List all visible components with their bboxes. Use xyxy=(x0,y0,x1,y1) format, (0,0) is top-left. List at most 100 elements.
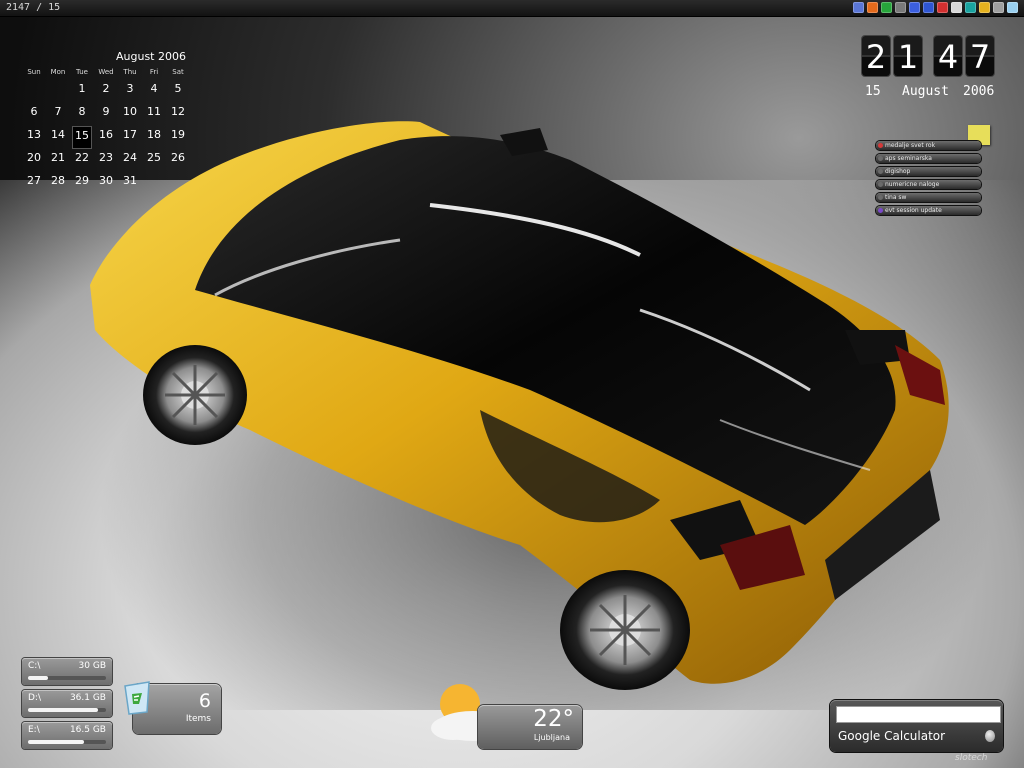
todo-status-dot xyxy=(878,195,883,200)
save-icon[interactable] xyxy=(853,2,864,13)
calendar-day[interactable]: 26 xyxy=(166,149,190,172)
calendar-day[interactable]: 30 xyxy=(94,172,118,195)
calendar-day[interactable]: 6 xyxy=(22,103,46,126)
calendar-weekday: Thu xyxy=(123,68,137,76)
todo-item[interactable]: evt session update xyxy=(876,206,981,215)
recycle-bin-label: Items xyxy=(185,714,211,724)
calendar-day[interactable]: 16 xyxy=(94,126,118,149)
calendar-day[interactable]: 3 xyxy=(118,80,142,103)
calendar-day[interactable]: 27 xyxy=(22,172,46,195)
watermark: slotech xyxy=(955,753,988,763)
recycle-bin-widget[interactable]: 6 Items xyxy=(117,672,227,742)
drive-usage-fill xyxy=(28,708,99,712)
weather-city: Ljubljana xyxy=(533,733,570,742)
todo-item[interactable]: digishop xyxy=(876,167,981,176)
calendar-day[interactable]: 28 xyxy=(46,172,70,195)
skype-icon[interactable] xyxy=(881,2,892,13)
calendar-empty-cell xyxy=(46,80,70,103)
chat-icon[interactable] xyxy=(951,2,962,13)
todo-status-dot xyxy=(878,156,883,161)
calendar-day[interactable]: 17 xyxy=(118,126,142,149)
todo-item-label: numericne naloge xyxy=(885,181,940,188)
calendar-day[interactable]: 10 xyxy=(118,103,142,126)
todo-item-label: evt session update xyxy=(885,207,942,214)
calendar-day[interactable]: 8 xyxy=(70,103,94,126)
drive-capacity: 36.1 GB xyxy=(69,693,106,703)
bluetooth-icon[interactable] xyxy=(909,2,920,13)
firefox-icon[interactable] xyxy=(867,2,878,13)
calendar-day[interactable]: 25 xyxy=(142,149,166,172)
drive-capacity: 16.5 GB xyxy=(69,725,106,735)
todo-item[interactable]: tina sw xyxy=(876,193,981,202)
drive-usage-bar xyxy=(28,676,106,680)
calendar-day[interactable]: 5 xyxy=(166,80,190,103)
calendar-day[interactable]: 1 xyxy=(70,80,94,103)
calendar-weekdays: Sun Mon Tue Wed Thu Fri Sat xyxy=(22,68,190,76)
weather-widget: 22° Ljubljana xyxy=(418,678,588,750)
google-calculator-input[interactable] xyxy=(836,706,1001,723)
google-calculator-options-button[interactable] xyxy=(985,730,995,742)
todo-item-label: tina sw xyxy=(885,194,907,201)
flip-clock-widget: 2 1 4 7 15 August 2006 xyxy=(862,36,1007,106)
google-calculator-title: Google Calculator xyxy=(838,729,946,743)
calendar-day[interactable]: 19 xyxy=(166,126,190,149)
drive-label: E:\ xyxy=(28,725,40,735)
calendar-day[interactable]: 2 xyxy=(94,80,118,103)
cube-icon[interactable] xyxy=(937,2,948,13)
calendar-days: 1 2 3 4 5 6 7 8 9 10 11 12 13 14 15 16 17 18 19 20 21 22 23 24 2… xyxy=(22,80,190,195)
calendar-day[interactable]: 14 xyxy=(46,126,70,149)
todo-status-dot xyxy=(878,182,883,187)
drive-usage-fill xyxy=(28,740,85,744)
drive-meter[interactable]: E:\ 16.5 GB xyxy=(22,722,112,749)
todo-item[interactable]: numericne naloge xyxy=(876,180,981,189)
weather-temperature: 22° xyxy=(533,706,574,732)
calendar-day[interactable]: 22 xyxy=(70,149,94,172)
drive-label: D:\ xyxy=(28,693,41,703)
network-icon[interactable] xyxy=(965,2,976,13)
calendar-day[interactable]: 21 xyxy=(46,149,70,172)
clock-digit: 1 xyxy=(894,36,922,76)
calendar-day[interactable]: 9 xyxy=(94,103,118,126)
calendar-weekday: Wed xyxy=(98,68,114,76)
clock-year: 2006 xyxy=(963,84,995,99)
power-icon[interactable] xyxy=(979,2,990,13)
todo-status-dot xyxy=(878,143,883,148)
calendar-day[interactable]: 4 xyxy=(142,80,166,103)
calendar-day[interactable]: 20 xyxy=(22,149,46,172)
calendar-day[interactable]: 11 xyxy=(142,103,166,126)
shield-icon[interactable] xyxy=(895,2,906,13)
drive-meter[interactable]: D:\ 36.1 GB xyxy=(22,690,112,717)
todo-item-label: digishop xyxy=(885,168,911,175)
calendar-weekday: Mon xyxy=(50,68,66,76)
globe-icon[interactable] xyxy=(923,2,934,13)
todo-item[interactable]: medalje svet rok xyxy=(876,141,981,150)
todo-item-label: aps seminarska xyxy=(885,155,932,162)
calendar-day[interactable]: 24 xyxy=(118,149,142,172)
drive-capacity: 30 GB xyxy=(78,661,106,671)
clock-digit: 7 xyxy=(966,36,994,76)
calendar-day[interactable]: 13 xyxy=(22,126,46,149)
calendar-weekday: Fri xyxy=(149,68,159,76)
calendar-day[interactable]: 23 xyxy=(94,149,118,172)
wrench-icon[interactable] xyxy=(993,2,1004,13)
drive-usage-fill xyxy=(28,676,48,680)
drive-label: C:\ xyxy=(28,661,41,671)
calendar-day[interactable]: 18 xyxy=(142,126,166,149)
calendar-day[interactable]: 12 xyxy=(166,103,190,126)
drive-usage-bar xyxy=(28,740,106,744)
top-bar-title: 2147 / 15 xyxy=(6,2,61,13)
calendar-day[interactable]: 29 xyxy=(70,172,94,195)
todo-item[interactable]: aps seminarska xyxy=(876,154,981,163)
speaker-icon[interactable] xyxy=(1007,2,1018,13)
drive-meter-widget: C:\ 30 GB D:\ 36.1 GB E:\ 16.5 GB xyxy=(22,658,112,754)
calendar-day[interactable]: 31 xyxy=(118,172,142,195)
system-tray xyxy=(853,2,1018,13)
recycle-bin-icon[interactable] xyxy=(117,676,157,716)
drive-meter[interactable]: C:\ 30 GB xyxy=(22,658,112,685)
recycle-bin-count: 6 xyxy=(198,690,211,712)
calendar-weekday: Sat xyxy=(172,68,184,76)
todo-list: medalje svet rok aps seminarska digishop nu… xyxy=(876,141,981,219)
calendar-day[interactable]: 15 xyxy=(72,126,92,149)
calendar-day[interactable]: 7 xyxy=(46,103,70,126)
calendar-empty-cell xyxy=(22,80,46,103)
